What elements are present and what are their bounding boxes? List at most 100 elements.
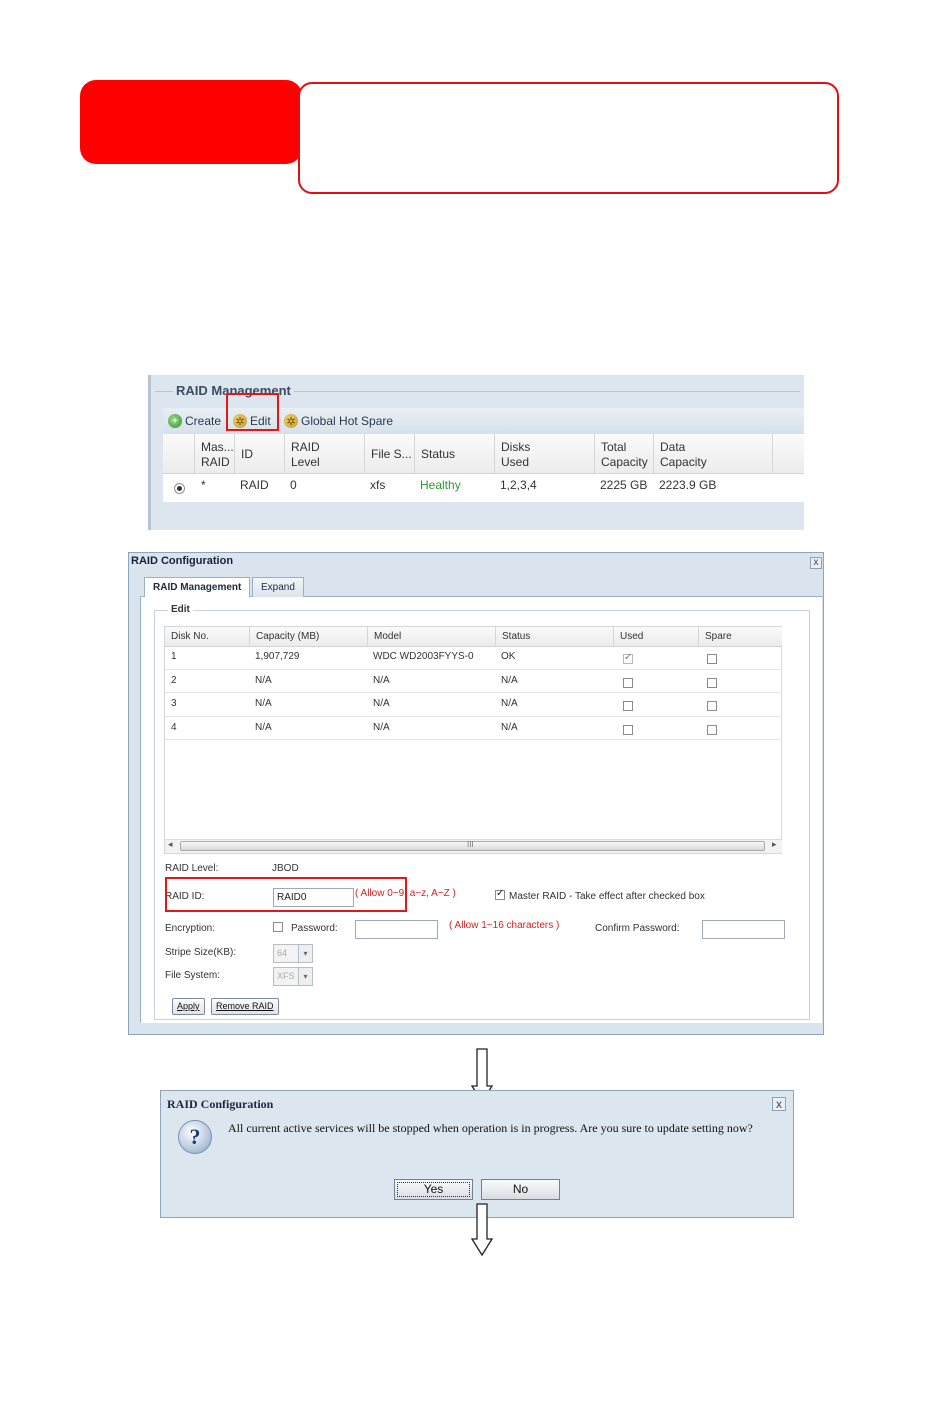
cell-master: * — [201, 478, 206, 492]
chevron-down-icon[interactable]: ▾ — [299, 944, 313, 963]
cell-model: N/A — [373, 722, 390, 733]
encryption-checkbox[interactable] — [273, 922, 283, 932]
password-hint: ( Allow 1~16 characters ) — [449, 920, 560, 931]
col-line1: File S... — [371, 447, 412, 461]
dialog-message: All current active services will be stop… — [228, 1121, 753, 1135]
spare-checkbox[interactable] — [707, 654, 717, 664]
column-header-disks-used[interactable]: Disks Used — [494, 434, 594, 474]
column-header-total-capacity[interactable]: Total Capacity — [594, 434, 653, 474]
cell-model: N/A — [373, 675, 390, 686]
spare-checkbox[interactable] — [707, 678, 717, 688]
encryption-label: Encryption: — [165, 923, 216, 934]
used-checkbox[interactable] — [623, 652, 633, 664]
master-raid-checkbox[interactable] — [495, 888, 505, 900]
col-line1: Total — [601, 440, 627, 454]
column-header-status[interactable]: Status — [414, 434, 494, 474]
col-line1: Status — [421, 447, 456, 461]
tab-expand[interactable]: Expand — [252, 577, 304, 597]
create-icon: + — [168, 414, 182, 428]
cell-disk-no: 2 — [171, 675, 177, 686]
col-line1: Disks — [501, 440, 531, 454]
global-hot-spare-button[interactable]: ✲ Global Hot Spare — [284, 412, 393, 430]
cell-status: N/A — [501, 698, 518, 709]
down-arrow-icon — [470, 1203, 494, 1257]
spare-checkbox[interactable] — [707, 725, 717, 735]
close-icon[interactable]: x — [772, 1097, 786, 1111]
used-checkbox[interactable] — [623, 678, 633, 688]
file-system-label: File System: — [165, 970, 221, 981]
cell-disk-no: 3 — [171, 698, 177, 709]
used-checkbox[interactable] — [623, 725, 633, 735]
scroll-grip-icon: III — [467, 840, 474, 849]
cell-disks: 1,2,3,4 — [500, 478, 537, 492]
col-line1: Mas... — [201, 440, 234, 454]
cell-capacity: 1,907,729 — [255, 651, 300, 662]
chevron-down-icon[interactable]: ▾ — [299, 967, 313, 986]
col-line2: Capacity — [601, 455, 648, 469]
column-header-disk-no[interactable]: Disk No. — [165, 627, 249, 647]
create-button[interactable]: + Create — [168, 412, 221, 430]
column-header-status[interactable]: Status — [495, 627, 613, 647]
column-header-file-system[interactable]: File S... — [364, 434, 412, 474]
column-header-capacity[interactable]: Capacity (MB) — [249, 627, 367, 647]
column-header-master-raid[interactable]: Mas... RAID — [194, 434, 234, 474]
raid-level-value: JBOD — [272, 863, 299, 874]
column-header-raid-level[interactable]: RAID Level — [284, 434, 362, 474]
column-header-spare[interactable]: Spare — [698, 627, 782, 647]
column-header-id[interactable]: ID — [234, 434, 284, 474]
section-header-tab — [80, 80, 302, 164]
raid-row-radio[interactable] — [174, 483, 185, 494]
raid-level-label: RAID Level: — [165, 863, 219, 874]
col-line2: Capacity — [660, 455, 707, 469]
scroll-left-icon[interactable]: ◂ — [168, 839, 173, 850]
stripe-size-select[interactable]: 64 — [273, 944, 299, 963]
password-input[interactable] — [355, 920, 438, 939]
apply-button[interactable]: Apply — [172, 998, 205, 1015]
remove-raid-button[interactable]: Remove RAID — [211, 998, 279, 1015]
dialog-title: RAID Configuration — [167, 1097, 274, 1111]
edit-highlight — [226, 393, 279, 431]
col-line1: RAID — [291, 440, 320, 454]
cell-model: WDC WD2003FYYS-0 — [373, 651, 474, 662]
col-line2: Level — [291, 455, 320, 469]
cell-status: OK — [501, 651, 516, 662]
close-icon[interactable]: x — [810, 557, 822, 569]
used-checkbox[interactable] — [623, 701, 633, 711]
col-line2: RAID — [201, 455, 230, 469]
window-title: RAID Configuration — [131, 555, 234, 567]
spare-checkbox[interactable] — [707, 701, 717, 711]
scroll-right-icon[interactable]: ▸ — [772, 839, 777, 850]
confirm-password-input[interactable] — [702, 920, 785, 939]
column-header-data-capacity[interactable]: Data Capacity — [653, 434, 773, 474]
cell-data: 2223.9 GB — [659, 478, 717, 492]
hot-spare-label: Global Hot Spare — [301, 414, 394, 428]
create-label: Create — [185, 414, 222, 428]
col-line1: Data — [660, 440, 686, 454]
column-header-used[interactable]: Used — [613, 627, 698, 647]
stripe-size-label: Stripe Size(KB): — [165, 947, 237, 958]
cell-status: N/A — [501, 722, 518, 733]
confirm-password-label: Confirm Password: — [595, 923, 680, 934]
cell-total: 2225 GB — [600, 478, 648, 492]
master-raid-label: Master RAID - Take effect after checked … — [509, 891, 705, 902]
cell-fs: xfs — [370, 478, 386, 492]
cell-id: RAID — [240, 478, 269, 492]
yes-button[interactable]: Yes — [394, 1179, 473, 1200]
password-label: Password: — [291, 923, 338, 934]
question-icon: ? — [178, 1120, 212, 1154]
col-line2: Used — [501, 455, 530, 469]
cell-level: 0 — [290, 478, 297, 492]
fieldset-legend: Edit — [168, 604, 193, 615]
cell-status: Healthy — [420, 478, 461, 492]
column-header-model[interactable]: Model — [367, 627, 495, 647]
cell-disk-no: 1 — [171, 651, 177, 662]
gear-icon: ✲ — [284, 414, 298, 428]
cell-capacity: N/A — [255, 698, 272, 709]
raid-id-highlight — [165, 877, 407, 912]
tab-raid-management[interactable]: RAID Management — [144, 577, 251, 598]
no-button[interactable]: No — [481, 1179, 560, 1200]
cell-model: N/A — [373, 698, 390, 709]
cell-status: N/A — [501, 675, 518, 686]
file-system-select[interactable]: XFS — [273, 967, 299, 986]
col-line1: ID — [241, 447, 253, 461]
